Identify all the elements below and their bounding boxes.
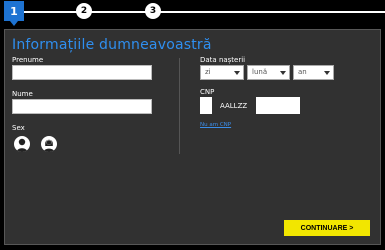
step-1-number: 1	[10, 4, 18, 18]
cnp-label: CNP	[200, 88, 215, 96]
stepper-track	[12, 11, 385, 13]
personal-info-panel: Informațiile dumneavoastră Prenume Nume …	[4, 29, 381, 245]
page-title: Informațiile dumneavoastră	[12, 37, 212, 53]
step-3-number: 3	[149, 6, 157, 16]
column-divider	[179, 58, 180, 154]
male-icon	[16, 138, 28, 152]
last-name-label: Nume	[12, 90, 33, 98]
step-2-marker[interactable]: 2	[76, 3, 92, 19]
progress-stepper: 1 2 3	[0, 0, 385, 26]
first-name-input[interactable]	[12, 65, 152, 80]
step-1-marker[interactable]: 1	[4, 1, 24, 26]
birth-month-value: lună	[252, 68, 268, 76]
birth-month-select[interactable]: lună	[247, 65, 290, 80]
female-icon	[43, 139, 55, 152]
no-cnp-link[interactable]: Nu am CNP	[200, 122, 231, 128]
sex-label: Sex	[12, 124, 25, 132]
cnp-prefix-input[interactable]	[200, 97, 212, 114]
birth-year-value: an	[298, 68, 307, 76]
cnp-suffix-input[interactable]	[256, 97, 300, 114]
continue-button[interactable]: CONTINUARE >	[284, 220, 370, 236]
first-name-label: Prenume	[12, 56, 44, 64]
chevron-down-icon	[280, 71, 286, 75]
birth-date-label: Data nașterii	[200, 56, 246, 64]
birth-day-select[interactable]: zi	[200, 65, 244, 80]
birth-year-select[interactable]: an	[293, 65, 334, 80]
sex-male-option[interactable]	[14, 136, 30, 152]
step-3-marker[interactable]: 3	[145, 3, 161, 19]
sex-female-option[interactable]	[41, 136, 57, 152]
chevron-down-icon	[234, 71, 240, 75]
chevron-down-icon	[324, 71, 330, 75]
cnp-date-hint: AALLZZ	[220, 102, 248, 110]
step-2-number: 2	[80, 6, 88, 16]
last-name-input[interactable]	[12, 99, 152, 114]
birth-day-value: zi	[205, 68, 211, 76]
